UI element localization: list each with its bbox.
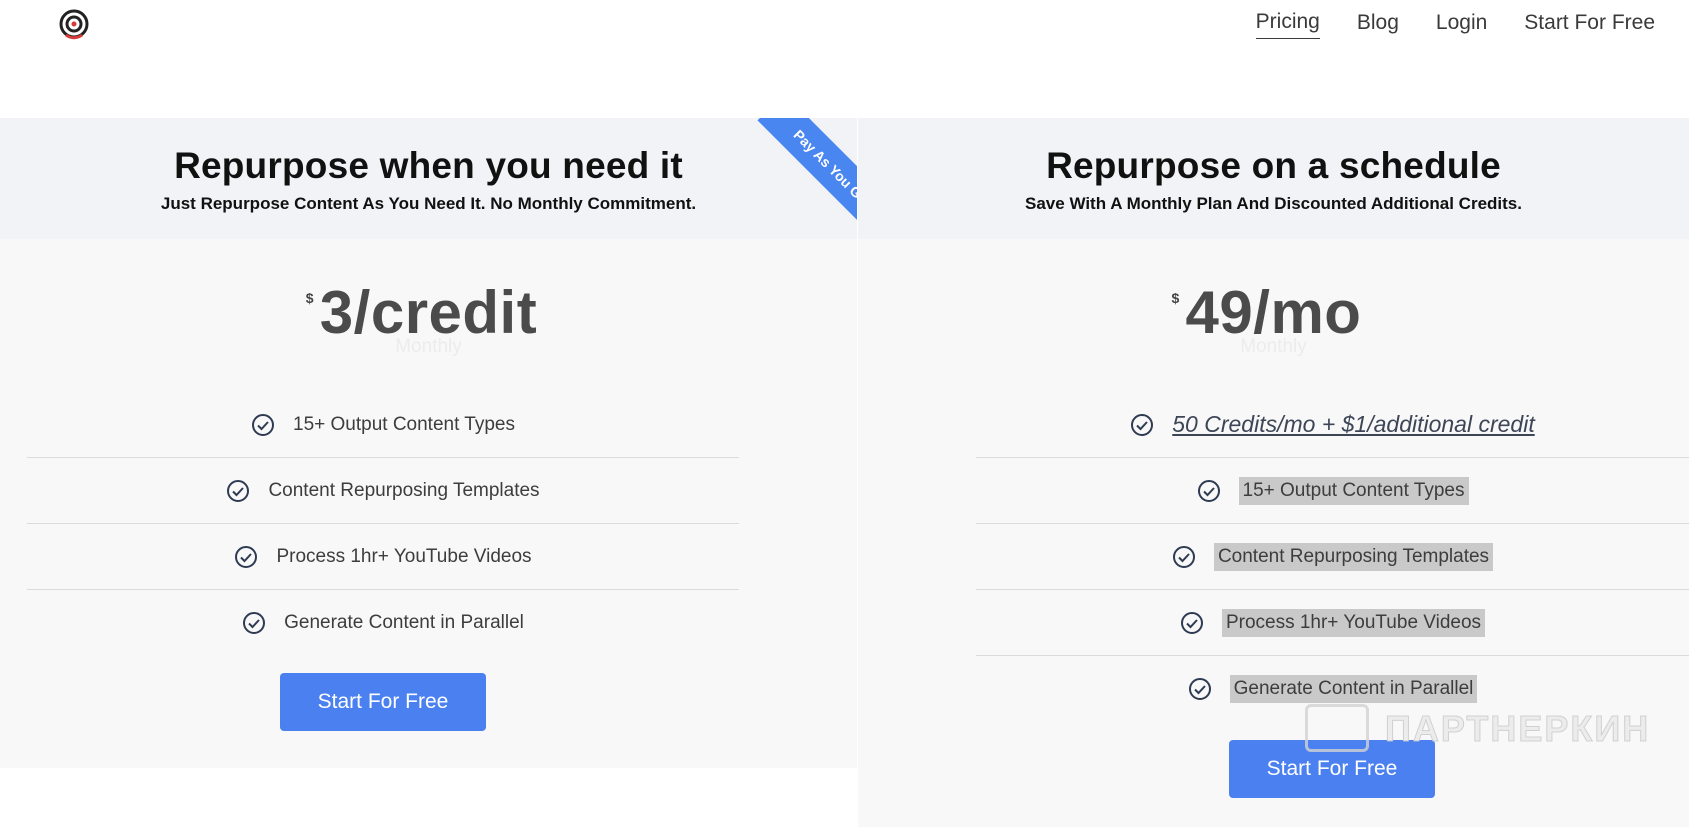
feature-item: Content Repurposing Templates [976, 524, 1689, 590]
plan-card-monthly: Repurpose on a schedule Save With A Mont… [858, 118, 1689, 827]
feature-item: 15+ Output Content Types [976, 458, 1689, 524]
feature-item: Generate Content in Parallel [27, 590, 739, 656]
check-circle-icon [235, 545, 258, 568]
plan-subtitle: Just Repurpose Content As You Need It. N… [160, 194, 697, 213]
ribbon-label: Pay As You Go [757, 118, 857, 235]
feature-label: 15+ Output Content Types [293, 413, 515, 435]
feature-label: Generate Content in Parallel [284, 612, 524, 633]
check-circle-icon [252, 413, 274, 436]
brand-logo-icon[interactable] [58, 8, 90, 40]
price-period: Monthly [395, 336, 462, 357]
feature-item: 50 Credits/mo + $1/additional credit [976, 392, 1689, 458]
nav-pricing-link[interactable]: Pricing [1255, 8, 1320, 39]
feature-list: 50 Credits/mo + $1/additional credit 15+… [976, 392, 1689, 722]
feature-item: Generate Content in Parallel [976, 656, 1689, 722]
site-header: Pricing Blog Login Start For Free [0, 0, 1689, 60]
feature-list: 15+ Output Content Types Content Repurpo… [27, 392, 739, 656]
ribbon: Pay As You Go [740, 118, 857, 235]
feature-item: Process 1hr+ YouTube Videos [976, 590, 1689, 656]
check-circle-icon [1131, 413, 1154, 436]
start-free-button[interactable]: Start For Free [280, 673, 486, 731]
nav-login-link[interactable]: Login [1436, 9, 1487, 39]
nav-start-free-link[interactable]: Start For Free [1524, 9, 1655, 39]
check-circle-icon [1172, 545, 1195, 568]
plan-card-pay-as-you-go: Repurpose when you need it Just Repurpos… [0, 118, 857, 768]
check-circle-icon [1188, 678, 1211, 700]
top-nav: Pricing Blog Login Start For Free [1255, 8, 1655, 39]
currency-symbol: $ [305, 290, 314, 306]
plan-title: Repurpose on a schedule [1046, 145, 1501, 186]
plan-header: Repurpose on a schedule Save With A Mont… [858, 118, 1689, 239]
feature-label: 15+ Output Content Types [1238, 476, 1469, 505]
start-free-button[interactable]: Start For Free [1229, 740, 1435, 798]
feature-item: Content Repurposing Templates [27, 458, 739, 524]
feature-label: Generate Content in Parallel [1229, 675, 1478, 703]
feature-item: 15+ Output Content Types [27, 392, 739, 458]
feature-label: Content Repurposing Templates [268, 479, 540, 501]
check-circle-icon [227, 479, 250, 502]
price-period: Monthly [1240, 336, 1307, 357]
credits-info-link[interactable]: 50 Credits/mo + $1/additional credit [1172, 411, 1534, 438]
check-circle-icon [1197, 479, 1220, 502]
plan-header: Repurpose when you need it Just Repurpos… [0, 118, 857, 239]
currency-symbol: $ [1171, 290, 1180, 306]
plan-subtitle: Save With A Monthly Plan And Discounted … [1025, 194, 1522, 213]
plan-title: Repurpose when you need it [174, 145, 683, 186]
check-circle-icon [1180, 611, 1203, 634]
feature-label: Content Repurposing Templates [1213, 542, 1494, 571]
feature-label: Process 1hr+ YouTube Videos [276, 545, 532, 567]
check-circle-icon [243, 612, 266, 634]
feature-item: Process 1hr+ YouTube Videos [27, 524, 739, 590]
feature-label: Process 1hr+ YouTube Videos [1221, 608, 1486, 637]
nav-blog-link[interactable]: Blog [1357, 9, 1399, 39]
